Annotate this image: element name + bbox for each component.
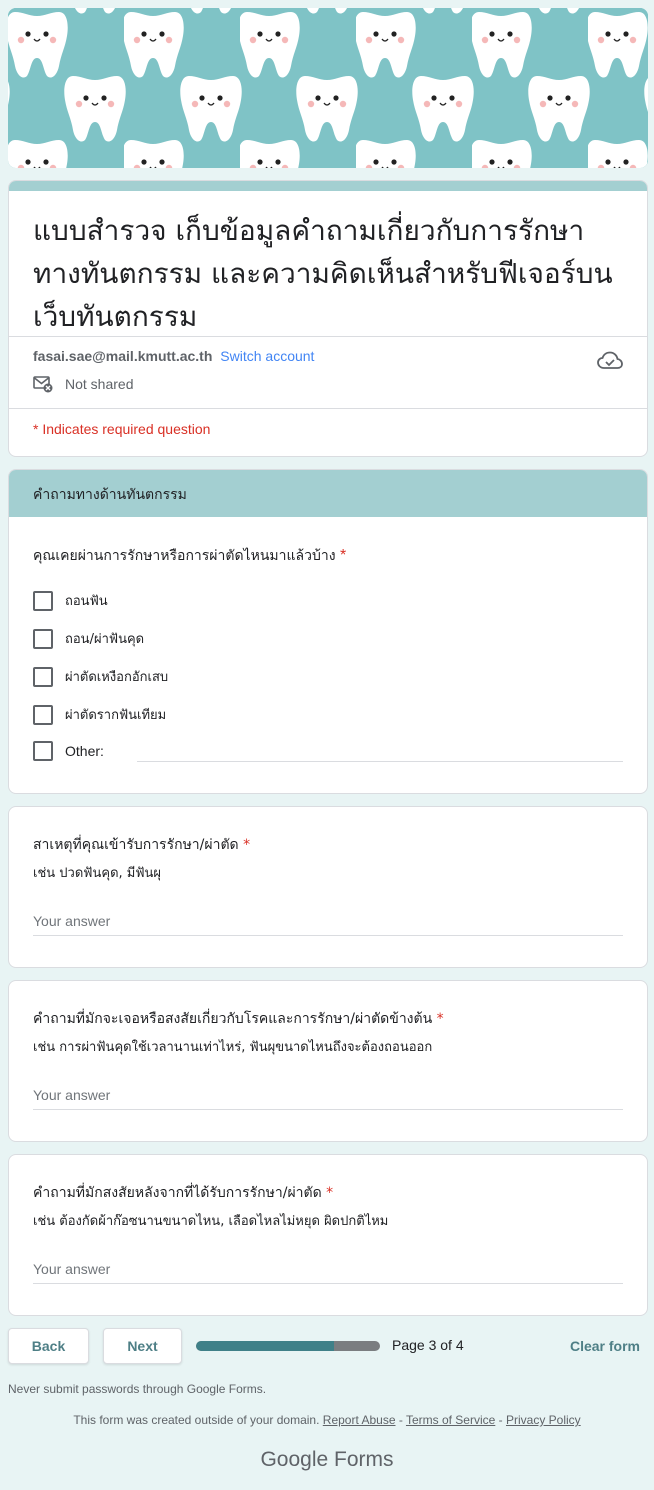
created-outside-text: This form was created outside of your do… — [73, 1413, 320, 1427]
option-label: ผ่าตัดเหงือกอักเสบ — [65, 670, 169, 685]
divider — [9, 408, 647, 409]
sharing-status: Not shared — [33, 375, 133, 393]
footer-links: This form was created outside of your do… — [0, 1413, 654, 1427]
option-label: ถอน/ผ่าฟันคุด — [65, 632, 145, 647]
mail-not-shared-icon — [33, 376, 53, 393]
required-asterisk: * — [326, 1185, 334, 1201]
cloud-saved-icon — [597, 351, 623, 369]
question-1-label: คุณเคยผ่านการรักษาหรือการผ่าตัดไหนมาแล้ว… — [33, 545, 346, 567]
option-label: Other: — [65, 743, 104, 759]
next-button[interactable]: Next — [103, 1328, 182, 1364]
checkbox[interactable] — [33, 590, 53, 611]
question-text: สาเหตุที่คุณเข้ารับการรักษา/ผ่าตัด — [33, 837, 239, 853]
question-hint: เช่น ปวดฟันคุด, มีฟันผุ — [33, 866, 162, 881]
google-forms-logo[interactable]: Google Forms — [0, 1448, 654, 1472]
question-text: คำถามที่มักจะเจอหรือสงสัยเกี่ยวกับโรคและ… — [33, 1011, 433, 1027]
section-title: คำถามทางด้านทันตกรรม — [9, 470, 647, 517]
question-4-label: คำถามที่มักสงสัยหลังจากที่ได้รับการรักษา… — [33, 1182, 333, 1204]
required-asterisk: * — [243, 837, 251, 853]
progress-bar-fill — [196, 1341, 334, 1351]
divider — [9, 336, 647, 337]
checkbox[interactable] — [33, 628, 53, 649]
question-card: สาเหตุที่คุณเข้ารับการรักษา/ผ่าตัด * เช่… — [8, 806, 648, 968]
terms-link[interactable]: Terms of Service — [406, 1413, 495, 1427]
question-hint: เช่น ต้องกัดผ้าก๊อซนานขนาดไหน, เลือดไหลไ… — [33, 1214, 389, 1229]
answer-input[interactable]: Your answer — [33, 1261, 623, 1284]
form-title: แบบสำรวจ เก็บข้อมูลคำถามเกี่ยวกับการรักษ… — [33, 214, 613, 333]
privacy-link[interactable]: Privacy Policy — [506, 1413, 581, 1427]
question-text: คุณเคยผ่านการรักษาหรือการผ่าตัดไหนมาแล้ว… — [33, 548, 336, 564]
form-header-card: แบบสำรวจ เก็บข้อมูลคำถามเกี่ยวกับการรักษ… — [8, 180, 648, 457]
question-3-label: คำถามที่มักจะเจอหรือสงสัยเกี่ยวกับโรคและ… — [33, 1008, 444, 1030]
separator: - — [395, 1413, 406, 1427]
question-text: คำถามที่มักสงสัยหลังจากที่ได้รับการรักษา… — [33, 1185, 322, 1201]
separator: - — [495, 1413, 506, 1427]
progress-bar — [196, 1341, 380, 1351]
brand-forms: Forms — [334, 1448, 394, 1471]
question-card: คำถามที่มักสงสัยหลังจากที่ได้รับการรักษา… — [8, 1154, 648, 1316]
account-email: fasai.sae@mail.kmutt.ac.th — [33, 348, 213, 364]
checkbox-option-other[interactable]: Other: — [33, 741, 104, 761]
back-button[interactable]: Back — [8, 1328, 89, 1364]
option-label: ถอนฟัน — [65, 594, 108, 609]
question-card: คำถามที่มักจะเจอหรือสงสัยเกี่ยวกับโรคและ… — [8, 980, 648, 1142]
answer-input[interactable]: Your answer — [33, 913, 623, 936]
tooth-pattern — [8, 8, 648, 168]
checkbox[interactable] — [33, 666, 53, 687]
required-asterisk: * — [339, 547, 347, 564]
account-row: fasai.sae@mail.kmutt.ac.th Switch accoun… — [33, 348, 314, 364]
brand-google: Google — [260, 1448, 329, 1471]
option-label: ผ่าตัดรากฟันเทียม — [65, 708, 167, 723]
report-abuse-link[interactable]: Report Abuse — [323, 1413, 396, 1427]
required-note: * Indicates required question — [33, 421, 211, 437]
checkbox[interactable] — [33, 741, 53, 761]
section-card: คำถามทางด้านทันตกรรม คุณเคยผ่านการรักษาห… — [8, 469, 648, 794]
other-text-input[interactable] — [137, 761, 623, 762]
header-banner-image — [8, 8, 648, 168]
question-hint: เช่น การผ่าฟันคุดใช้เวลานานเท่าไหร่, ฟัน… — [33, 1040, 433, 1055]
checkbox[interactable] — [33, 704, 53, 725]
switch-account-link[interactable]: Switch account — [220, 348, 314, 364]
accent-strip — [9, 181, 647, 191]
required-asterisk: * — [436, 1011, 444, 1027]
page-indicator: Page 3 of 4 — [392, 1337, 464, 1353]
clear-form-button[interactable]: Clear form — [570, 1338, 640, 1354]
answer-input[interactable]: Your answer — [33, 1087, 623, 1110]
checkbox-option[interactable]: ถอน/ผ่าฟันคุด — [33, 628, 144, 649]
not-shared-label: Not shared — [65, 376, 134, 392]
checkbox-option[interactable]: ผ่าตัดเหงือกอักเสบ — [33, 666, 168, 687]
checkbox-option[interactable]: ถอนฟัน — [33, 590, 108, 611]
password-warning: Never submit passwords through Google Fo… — [8, 1382, 267, 1396]
question-2-label: สาเหตุที่คุณเข้ารับการรักษา/ผ่าตัด * — [33, 834, 250, 856]
checkbox-option[interactable]: ผ่าตัดรากฟันเทียม — [33, 704, 166, 725]
